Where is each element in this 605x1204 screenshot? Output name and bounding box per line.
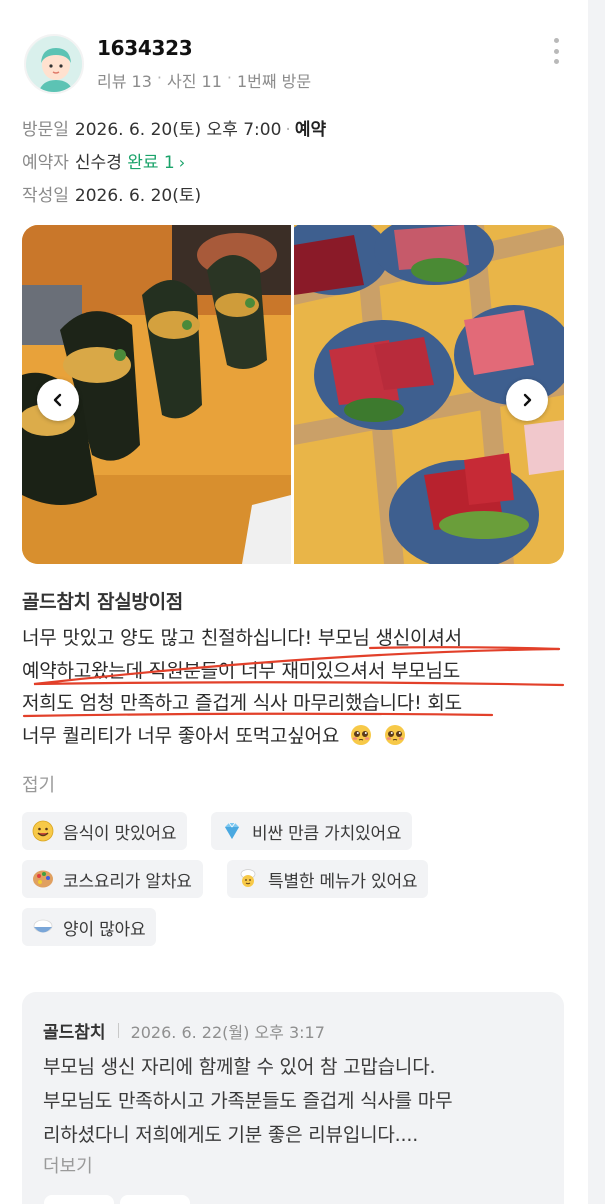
reply-author: 골드참치 xyxy=(43,1023,106,1043)
booker-row: 예약자 신수경 완료 1 › xyxy=(22,148,185,173)
reply-divider xyxy=(117,1023,119,1038)
review-line: 예약하고왔는데 직원분들이 너무 재미있으셔서 부모님도 xyxy=(22,659,461,682)
keyword-tag-label: 양이 많아요 xyxy=(63,919,146,940)
smile-face-icon xyxy=(32,820,54,842)
reply-date: 2026. 6. 22(월) 오후 3:17 xyxy=(130,1022,325,1042)
owner-reply: 골드참치 2026. 6. 22(월) 오후 3:17 부모님 생신 자리에 함… xyxy=(22,992,564,1204)
reply-line: 부모님도 만족하시고 가족분들도 즐겁게 식사를 마무 xyxy=(43,1090,453,1112)
stats-separator: · xyxy=(156,68,162,87)
reply-more-link[interactable]: 더보기 xyxy=(43,1152,93,1178)
carousel-prev-button[interactable] xyxy=(37,379,79,421)
written-date-value: 2026. 6. 20(토) xyxy=(74,186,202,206)
chef-icon xyxy=(237,868,259,890)
stats-separator: · xyxy=(226,68,232,87)
reply-line: 부모님 생신 자리에 함께할 수 있어 참 고맙습니다. xyxy=(43,1056,436,1078)
keyword-tag-label: 음식이 맛있어요 xyxy=(63,823,177,844)
review-line: 너무 맛있고 양도 많고 친절하십니다! 부모님 생신이셔서 xyxy=(22,627,462,649)
review-photo-tuna-platter[interactable] xyxy=(294,225,564,564)
info-separator: · xyxy=(285,120,291,140)
reply-line: 리하셨다니 저희에게도 기분 좋은 리뷰입니다.... xyxy=(43,1124,419,1146)
written-date-label: 작성일 xyxy=(22,186,69,206)
review-line-text: 너무 퀄리티가 너무 좋아서 또먹고싶어요 xyxy=(22,724,340,747)
visit-date-row: 방문일 2026. 6. 20(토) 오후 7:00 · 예약 xyxy=(22,115,326,140)
diamond-icon xyxy=(221,820,243,842)
written-date-row: 작성일 2026. 6. 20(토) xyxy=(22,181,201,206)
keyword-tag: 코스요리가 알차요 xyxy=(22,860,203,898)
reply-body: 부모님 생신 자리에 함께할 수 있어 참 고맙습니다. 부모님도 만족하시고 … xyxy=(43,1050,543,1152)
photo-carousel[interactable] xyxy=(22,225,564,564)
chevron-right-icon[interactable]: › xyxy=(179,153,185,172)
keyword-tag-label: 특별한 메뉴가 있어요 xyxy=(268,871,418,892)
booking-status-link[interactable]: 완료 1 xyxy=(127,153,175,173)
review-card: 1634323 리뷰 13 · 사진 11 · 1번째 방문 방문일 2026. … xyxy=(0,0,588,1204)
rice-bowl-icon xyxy=(32,916,54,938)
user-avatar[interactable] xyxy=(24,34,84,94)
carousel-next-button[interactable] xyxy=(506,379,548,421)
visit-type: 예약 xyxy=(294,120,327,140)
avatar-illustration xyxy=(26,36,82,92)
reply-action-button[interactable] xyxy=(120,1195,190,1204)
visit-count: 1번째 방문 xyxy=(236,72,312,91)
reply-action-button[interactable] xyxy=(44,1195,114,1204)
visit-date-value: 2026. 6. 20(토) 오후 7:00 xyxy=(74,120,282,140)
booker-label: 예약자 xyxy=(22,153,69,173)
place-name[interactable]: 골드참치 잠실방이점 xyxy=(22,587,183,614)
keyword-tag-label: 코스요리가 알차요 xyxy=(63,871,192,892)
keyword-tag: 음식이 맛있어요 xyxy=(22,812,188,850)
review-line: 저희도 엄청 만족하고 즐겁게 식사 마무리했습니다! 회도 xyxy=(22,692,462,714)
review-body: 너무 맛있고 양도 많고 친절하십니다! 부모님 생신이셔서 예약하고왔는데 직… xyxy=(22,622,567,752)
keyword-tag: 특별한 메뉴가 있어요 xyxy=(227,860,429,898)
more-options-icon[interactable] xyxy=(546,38,566,64)
visit-date-label: 방문일 xyxy=(22,120,69,140)
pleading-face-icon xyxy=(384,724,405,745)
keyword-tag: 비싼 만큼 가치있어요 xyxy=(211,812,413,850)
photo-count: 사진 11 xyxy=(166,72,222,91)
review-line-last: 너무 퀄리티가 너무 좋아서 또먹고싶어요 xyxy=(22,720,567,753)
keyword-tag-label: 비싼 만큼 가치있어요 xyxy=(252,823,402,844)
keyword-tag: 양이 많아요 xyxy=(22,908,157,946)
user-name[interactable]: 1634323 xyxy=(97,36,193,60)
palette-icon xyxy=(32,868,54,890)
user-stats: 리뷰 13 · 사진 11 · 1번째 방문 xyxy=(97,68,311,92)
booker-name: 신수경 xyxy=(74,153,122,173)
pleading-face-icon xyxy=(350,724,371,745)
chevron-right-icon xyxy=(523,393,532,407)
review-photo-hand-rolls[interactable] xyxy=(22,225,291,564)
review-count: 리뷰 13 xyxy=(97,72,152,91)
collapse-link[interactable]: 접기 xyxy=(22,771,55,797)
chevron-left-icon xyxy=(53,393,62,407)
reply-header: 골드참치 2026. 6. 22(월) 오후 3:17 xyxy=(43,1018,325,1044)
